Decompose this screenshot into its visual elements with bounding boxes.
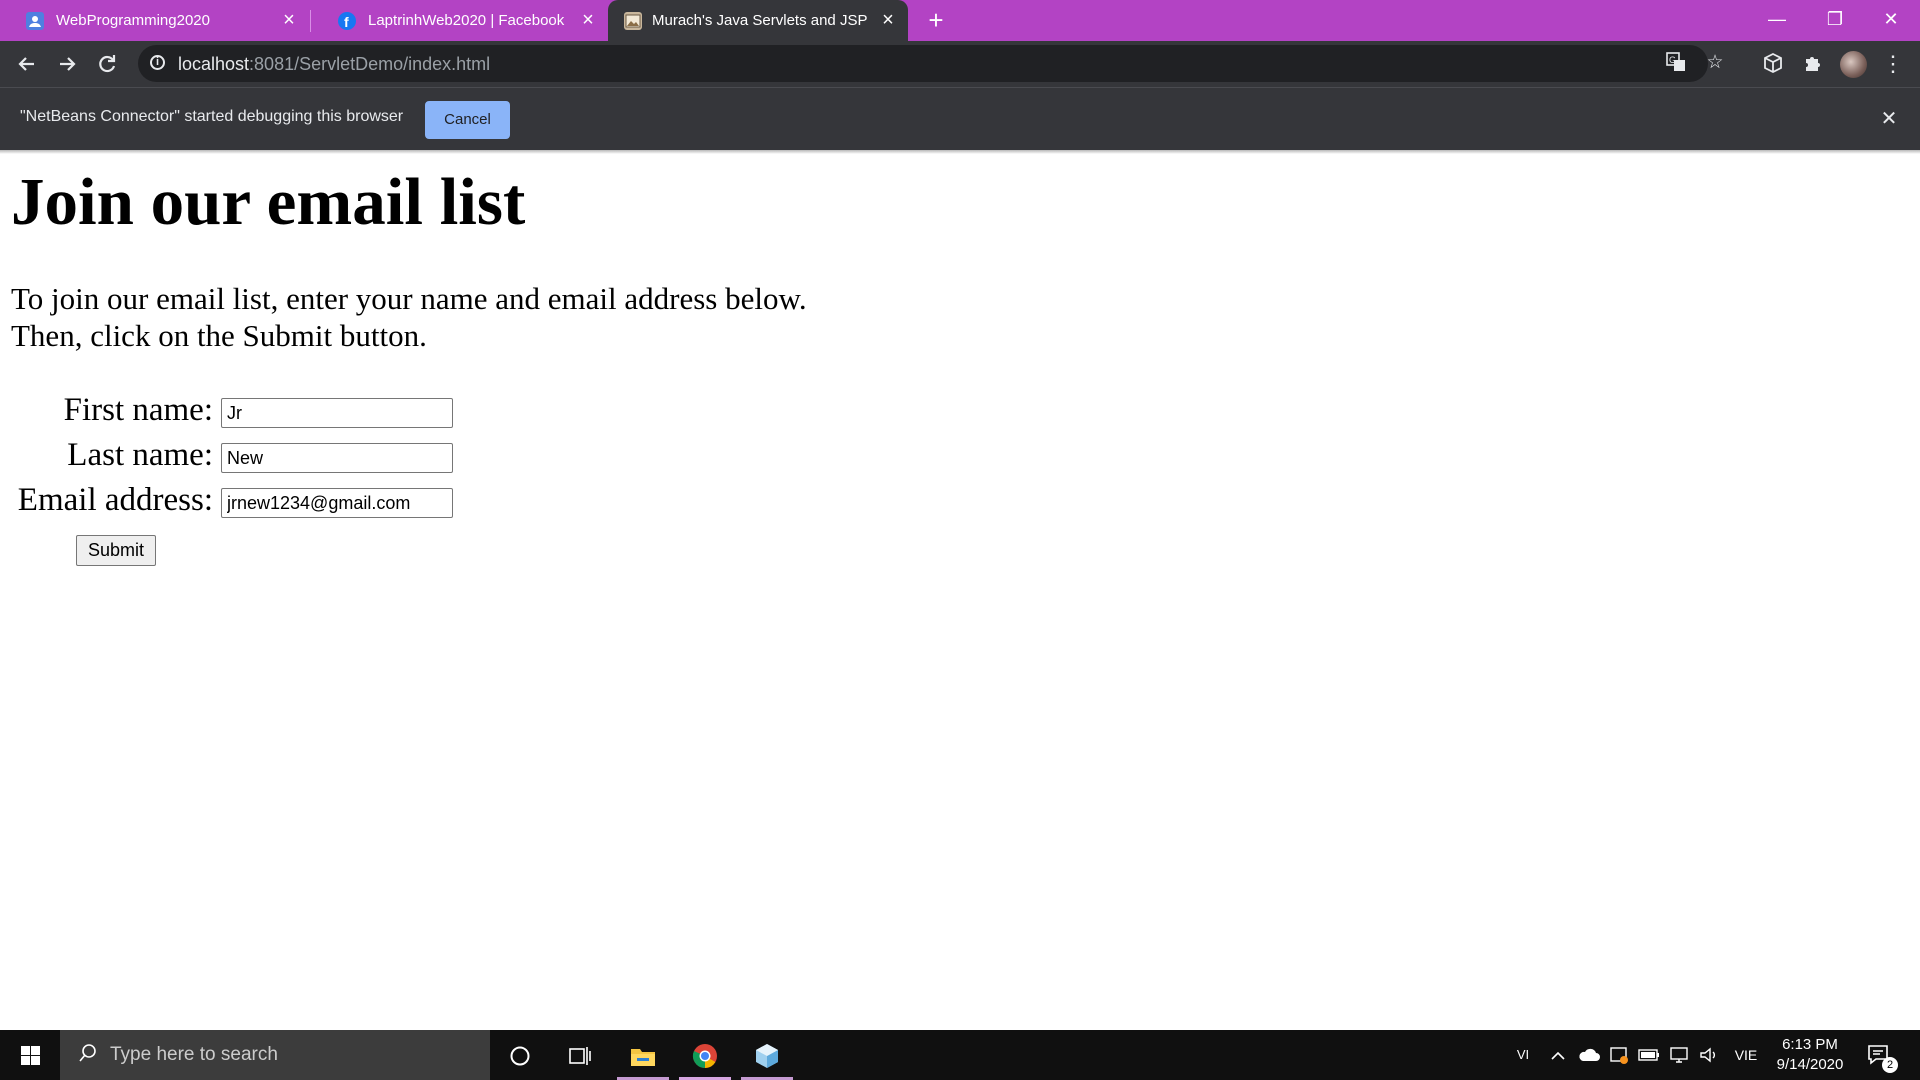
url-text: localhost:8081/ServletDemo/index.html (178, 54, 490, 75)
taskbar-search[interactable]: Type here to search (60, 1030, 490, 1080)
more-menu-icon[interactable]: ⋮ (1880, 51, 1906, 77)
debug-infobar: "NetBeans Connector" started debugging t… (0, 87, 1920, 150)
reload-icon (99, 55, 116, 73)
email-label: Email address: (17, 482, 213, 518)
restore-button[interactable]: ❐ (1806, 0, 1864, 41)
image-icon (624, 12, 642, 30)
notification-count-badge: 2 (1882, 1057, 1898, 1073)
close-window-button[interactable]: ✕ (1862, 0, 1920, 41)
last-name-label: Last name: (67, 437, 213, 473)
url-path: :8081/ServletDemo/index.html (249, 54, 491, 74)
task-view-icon[interactable] (550, 1030, 610, 1080)
file-explorer-icon[interactable] (613, 1030, 673, 1080)
cancel-debugging-button[interactable]: Cancel (425, 101, 510, 139)
close-tab-icon[interactable]: × (878, 10, 898, 30)
cortana-icon[interactable] (490, 1030, 550, 1080)
onedrive-cloud-icon[interactable] (1576, 1030, 1602, 1080)
clock-date: 9/14/2020 (1776, 1056, 1844, 1073)
netbeans-icon[interactable] (737, 1030, 797, 1080)
tab-facebook[interactable]: f LaptrinhWeb2020 | Facebook × (312, 0, 608, 41)
new-tab-button[interactable]: + (923, 7, 949, 33)
clock-time: 6:13 PM (1782, 1036, 1838, 1053)
intro-line-1: To join our email list, enter your name … (11, 281, 807, 316)
puzzle-icon[interactable] (1800, 51, 1826, 77)
svg-text:G: G (1669, 55, 1676, 65)
close-tab-icon[interactable]: × (279, 10, 299, 30)
infobar-message: "NetBeans Connector" started debugging t… (20, 108, 404, 125)
tab-title: Murach's Java Servlets and JSP (652, 12, 868, 29)
translate-icon[interactable]: G (1663, 50, 1689, 76)
windows-taskbar: Type here to search VI VIE 6:13 PM 9/14/… (0, 1030, 1920, 1080)
last-name-input[interactable] (221, 443, 453, 473)
url-host: localhost (178, 54, 250, 74)
minimize-button[interactable]: — (1748, 0, 1806, 41)
svg-text:f: f (344, 14, 349, 30)
tab-murach[interactable]: Murach's Java Servlets and JSP × (608, 0, 908, 41)
back-button[interactable] (12, 49, 42, 79)
page-content: Join our email list To join our email li… (0, 154, 1920, 1030)
address-bar[interactable]: i localhost:8081/ServletDemo/index.html … (138, 45, 1724, 82)
battery-icon[interactable] (1636, 1030, 1662, 1080)
bookmark-star-icon[interactable]: ☆ (1702, 50, 1728, 76)
volume-icon[interactable] (1696, 1030, 1722, 1080)
clock[interactable]: 6:13 PM 9/14/2020 (1770, 1035, 1850, 1075)
ime-indicator[interactable]: VI (1508, 1030, 1538, 1080)
profile-avatar[interactable] (1840, 51, 1867, 78)
page-title: Join our email list (11, 165, 526, 239)
extension-cube-icon[interactable] (1760, 51, 1786, 77)
facebook-icon: f (338, 12, 356, 30)
close-tab-icon[interactable]: × (578, 10, 598, 30)
arrow-right-icon (60, 57, 76, 71)
search-icon (78, 1043, 98, 1063)
chevron-up-icon[interactable] (1546, 1030, 1570, 1080)
tab-webprogramming[interactable]: WebProgramming2020 × (0, 0, 305, 41)
tab-title: WebProgramming2020 (56, 12, 210, 29)
start-button[interactable] (0, 1030, 60, 1080)
arrow-left-icon (18, 57, 34, 71)
network-icon[interactable] (1666, 1030, 1692, 1080)
first-name-input[interactable] (221, 398, 453, 428)
intro-line-2: Then, click on the Submit button. (11, 318, 427, 353)
close-infobar-icon[interactable]: ✕ (1876, 106, 1902, 132)
tab-divider (310, 10, 311, 32)
info-icon[interactable]: i (150, 55, 165, 70)
reload-button[interactable] (92, 49, 122, 79)
browser-toolbar: i localhost:8081/ServletDemo/index.html … (0, 41, 1920, 87)
forward-button[interactable] (52, 49, 82, 79)
security-icon[interactable] (1606, 1030, 1632, 1080)
tab-strip: WebProgramming2020 × f LaptrinhWeb2020 |… (0, 0, 1920, 41)
tab-title: LaptrinhWeb2020 | Facebook (368, 12, 565, 29)
intro-text: To join our email list, enter your name … (11, 280, 807, 354)
language-indicator[interactable]: VIE (1728, 1030, 1764, 1080)
email-input[interactable] (221, 488, 453, 518)
first-name-label: First name: (63, 392, 213, 428)
user-icon (26, 12, 44, 30)
search-placeholder: Type here to search (110, 1044, 278, 1065)
chrome-icon[interactable] (675, 1030, 735, 1080)
windows-logo-icon (21, 1046, 40, 1065)
submit-button[interactable]: Submit (76, 535, 156, 566)
